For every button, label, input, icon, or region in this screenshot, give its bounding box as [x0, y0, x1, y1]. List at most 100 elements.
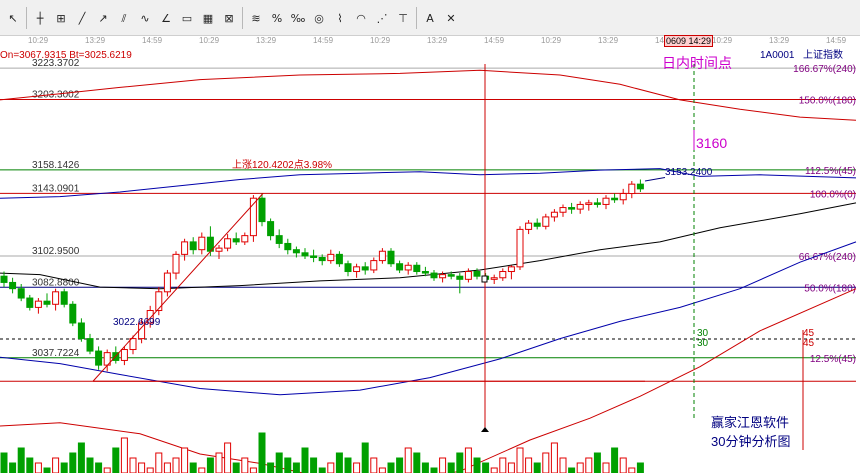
- candle-down: [0, 275, 8, 283]
- price-level-label: 3037.7224: [32, 348, 80, 359]
- fib-ratio-label: 66.67%(240): [799, 252, 856, 263]
- intraday-point-label: 日内时间点: [662, 55, 732, 71]
- candle-down: [95, 350, 103, 366]
- volume-bar: [619, 457, 627, 473]
- rise-label: 上涨120.4202点3.98%: [232, 159, 332, 171]
- volume-bar: [396, 457, 404, 473]
- candle-up: [181, 241, 189, 255]
- volume-bar: [636, 462, 644, 473]
- volume-bar: [378, 467, 386, 473]
- volume-bar: [181, 447, 189, 473]
- volume-bar: [224, 442, 232, 473]
- volume-bar: [301, 447, 309, 473]
- candle-up: [163, 272, 171, 293]
- volume-bar: [172, 457, 180, 473]
- candle-up: [353, 266, 361, 273]
- volume-bar: [241, 457, 249, 473]
- volume-bar: [456, 452, 464, 473]
- volume-bar: [77, 442, 85, 473]
- candle-up: [370, 260, 378, 271]
- volume-bar: [404, 447, 412, 473]
- candle-down: [387, 250, 395, 265]
- fib-ratio-label: 12.5%(45): [810, 354, 856, 365]
- volume-bar: [284, 457, 292, 473]
- gann-45-b: 45: [803, 338, 815, 349]
- candle-up: [34, 300, 42, 308]
- volume-bar: [370, 457, 378, 473]
- volume-bar: [26, 457, 34, 473]
- candle-up: [404, 264, 412, 271]
- candle-up: [224, 238, 232, 249]
- volume-bar: [275, 452, 283, 473]
- price-level-label: 3102.9500: [32, 246, 80, 257]
- header-left-info: On=3067.9315 Bt=3025.6219: [0, 50, 132, 61]
- volume-bar: [120, 437, 128, 473]
- candle-down: [9, 281, 17, 290]
- candle-down: [86, 338, 94, 352]
- volume-bar: [439, 457, 447, 473]
- volume-bar: [602, 462, 610, 473]
- volume-bar: [0, 452, 8, 473]
- candle-up: [198, 236, 206, 251]
- volume-bar: [17, 447, 25, 473]
- volume-bar: [361, 442, 369, 473]
- volume-bar: [576, 462, 584, 473]
- candle-up: [585, 202, 593, 205]
- candle-up: [542, 216, 550, 227]
- volume-bar: [413, 452, 421, 473]
- candle-down: [473, 271, 481, 277]
- candle-down: [413, 264, 421, 273]
- candle-down: [189, 241, 197, 251]
- candle-down: [421, 271, 429, 274]
- volume-bar: [335, 452, 343, 473]
- candle-up: [576, 203, 584, 210]
- index-name: 上证指数: [803, 48, 843, 61]
- candle-down: [533, 222, 541, 227]
- volume-bar: [86, 457, 94, 473]
- volume-bar: [52, 457, 60, 473]
- volume-bar: [129, 457, 137, 473]
- candle-down: [275, 235, 283, 244]
- volume-bar: [550, 442, 558, 473]
- volume-bar: [206, 457, 214, 473]
- index-code: 1A0001: [760, 50, 795, 61]
- candle-up: [120, 349, 128, 361]
- volume-bar: [189, 462, 197, 473]
- volume-bar: [628, 467, 636, 473]
- volume-bar: [43, 467, 51, 473]
- candle-up: [52, 291, 60, 305]
- volume-bar: [95, 462, 103, 473]
- candle-down: [593, 202, 601, 205]
- volume-bar: [611, 447, 619, 473]
- volume-bar: [163, 462, 171, 473]
- candle-down: [232, 238, 240, 243]
- volume-bar: [473, 457, 481, 473]
- volume-bar: [215, 452, 223, 473]
- candle-down: [43, 300, 51, 305]
- volume-bar: [318, 467, 326, 473]
- candle-down: [568, 207, 576, 210]
- volume-bar: [507, 462, 515, 473]
- candle-down: [344, 263, 352, 273]
- volume-bar: [155, 452, 163, 473]
- candle-up: [378, 250, 386, 262]
- candle-down: [456, 275, 464, 280]
- candle-down: [611, 197, 619, 201]
- volume-bar: [447, 462, 455, 473]
- volume-bar: [292, 462, 300, 473]
- cursor-price-label: 3153.2400: [665, 167, 713, 178]
- fib-ratio-label: 166.67%(240): [793, 64, 856, 75]
- cursor-arrow: [481, 427, 489, 432]
- candle-up: [172, 253, 180, 274]
- candlestick-chart[interactable]: 3223.3702166.67%(240)3203.3002150.0%(180…: [0, 0, 860, 473]
- candle-down: [301, 252, 309, 257]
- candle-up: [155, 291, 163, 312]
- candle-down: [310, 255, 318, 258]
- candle-up: [628, 183, 636, 195]
- candle-up: [516, 228, 524, 268]
- candle-down: [361, 266, 369, 271]
- price-level-label: 3143.0901: [32, 183, 80, 194]
- cursor-price-line: [644, 177, 666, 182]
- volume-bar: [542, 452, 550, 473]
- volume-bar: [60, 462, 68, 473]
